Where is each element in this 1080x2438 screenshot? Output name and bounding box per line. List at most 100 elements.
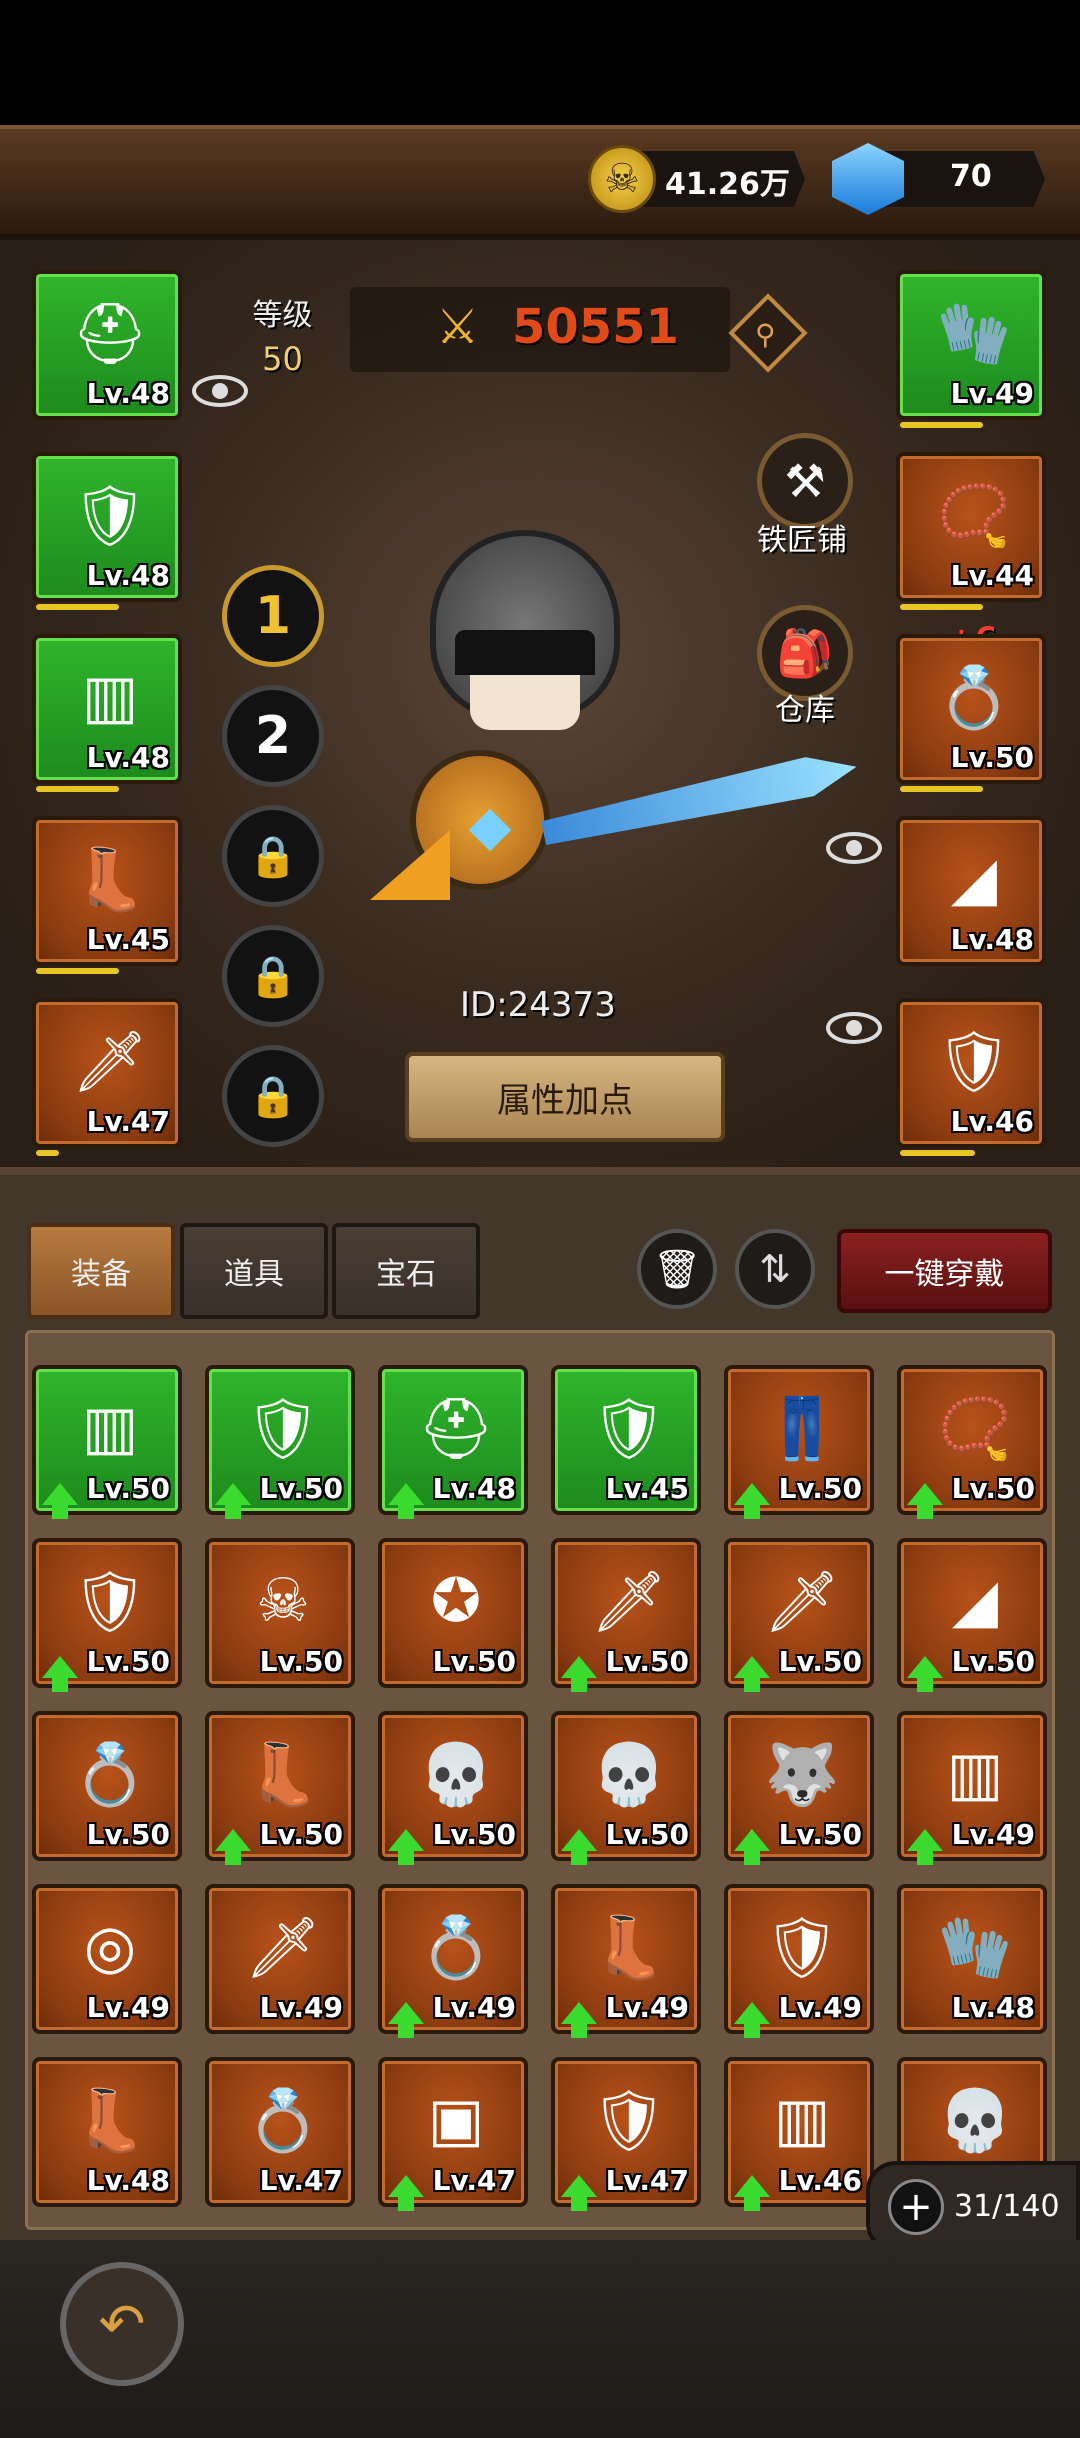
equipped-slot-left[interactable]: 🗡 Lv.47 [32, 998, 182, 1156]
inventory-slot[interactable]: 🛡 Lv.45 [551, 1365, 701, 1515]
back-arrow-icon[interactable]: ↶ [60, 2262, 184, 2386]
item-level: Lv.50 [432, 1818, 516, 1851]
equipped-slot-right[interactable]: 🛡 Lv.46 [896, 998, 1046, 1156]
upgrade-arrow-icon [388, 2175, 424, 2211]
lock-icon[interactable]: 🔒 [222, 925, 324, 1027]
item-level: Lv.49 [778, 1991, 862, 2024]
eye-icon[interactable] [192, 375, 248, 407]
upgrade-arrow-icon [388, 1829, 424, 1865]
item-level: Lv.45 [86, 923, 170, 956]
inventory-slot[interactable]: ✪ Lv.50 [378, 1538, 528, 1688]
upgrade-arrow-icon [734, 1829, 770, 1865]
equipped-slot-left[interactable]: 🛡 Lv.48 [32, 452, 182, 610]
loadout-2-button[interactable]: 2 [222, 685, 324, 787]
ring-icon: 💍 [245, 2085, 321, 2156]
upgrade-arrow-icon [734, 2002, 770, 2038]
one-click-equip-button[interactable]: 一键穿戴 [837, 1229, 1052, 1313]
inventory-slot[interactable]: 🗡 Lv.50 [724, 1538, 874, 1692]
inventory-slot[interactable]: ▥ Lv.50 [32, 1365, 182, 1519]
magnifier-icon: ⚲ [755, 318, 776, 351]
bracers-icon: ▣ [427, 2085, 485, 2155]
inventory-slot[interactable]: ⛑ Lv.48 [378, 1365, 528, 1519]
item-level: Lv.50 [778, 1645, 862, 1678]
tab-equipment[interactable]: 装备 [27, 1223, 175, 1319]
inventory-slot[interactable]: 💍 Lv.50 [32, 1711, 182, 1861]
chest-armor-icon: 🛡 [590, 1393, 668, 1464]
inventory-slot[interactable]: 🗡 Lv.50 [551, 1538, 701, 1692]
equipped-slot-right[interactable]: 🧤 Lv.49 [896, 270, 1046, 428]
inventory-slot[interactable]: 👖 Lv.50 [724, 1365, 874, 1519]
inventory-slot[interactable]: 🛡 Lv.47 [551, 2057, 701, 2211]
upgrade-arrow-icon [388, 2002, 424, 2038]
ring-icon: 💍 [936, 662, 1012, 733]
chest-armor-icon: 🛡 [590, 2085, 668, 2156]
item-level: Lv.46 [778, 2164, 862, 2197]
gem-amount: 70 [950, 159, 992, 194]
inventory-slot[interactable]: 🧤 Lv.48 [897, 1884, 1047, 2034]
upgrade-arrow-icon [907, 1829, 943, 1865]
inventory-slot[interactable]: 💀 Lv.50 [378, 1711, 528, 1865]
helmet-icon: ⛑ [417, 1393, 495, 1464]
item-level: Lv.50 [778, 1818, 862, 1851]
equipped-slot-right[interactable]: 💍 Lv.50 [896, 634, 1046, 792]
equipped-slot-right[interactable]: ◢ Lv.48 [896, 816, 1046, 966]
inventory-slot[interactable]: ◎ Lv.49 [32, 1884, 182, 2034]
cape-icon: ◢ [950, 844, 998, 914]
eye-icon[interactable] [826, 1012, 882, 1044]
inventory-slot[interactable]: ▥ Lv.46 [724, 2057, 874, 2211]
inventory-slot[interactable]: ▥ Lv.49 [897, 1711, 1047, 1865]
item-level: Lv.50 [950, 741, 1034, 774]
inventory-slot[interactable]: ▣ Lv.47 [378, 2057, 528, 2211]
item-level: Lv.49 [86, 1991, 170, 2024]
item-level: Lv.47 [432, 2164, 516, 2197]
progress-bar [36, 968, 119, 974]
capacity-text: 31/140 [954, 2189, 1060, 2224]
inventory-slot[interactable]: 🛡 Lv.49 [724, 1884, 874, 2038]
inventory-slot[interactable]: 👢 Lv.49 [551, 1884, 701, 2038]
inventory-slot[interactable]: 💍 Lv.47 [205, 2057, 355, 2207]
inventory-slot[interactable]: 🗡 Lv.49 [205, 1884, 355, 2034]
inventory-slot[interactable]: 💀 Lv.50 [551, 1711, 701, 1865]
lock-icon[interactable]: 🔒 [222, 805, 324, 907]
loadout-1-button[interactable]: 1 [222, 565, 324, 667]
equipped-slot-left[interactable]: ⛑ Lv.48 [32, 270, 182, 420]
upgrade-arrow-icon [561, 1829, 597, 1865]
inventory-slot[interactable]: 🛡 Lv.50 [32, 1538, 182, 1692]
inventory-slot[interactable]: 🐺 Lv.50 [724, 1711, 874, 1865]
inventory-slot[interactable]: 📿 Lv.50 [897, 1365, 1047, 1519]
tab-items[interactable]: 道具 [180, 1223, 328, 1319]
chest-armor-icon: 🛡 [763, 1912, 841, 1983]
inventory-slot[interactable]: 👢 Lv.48 [32, 2057, 182, 2207]
level-label: 等级 [252, 298, 313, 333]
upgrade-arrow-icon [42, 1483, 78, 1519]
inventory-slot[interactable]: 👢 Lv.50 [205, 1711, 355, 1865]
lock-icon[interactable]: 🔒 [222, 1045, 324, 1147]
tab-gems[interactable]: 宝石 [332, 1223, 480, 1319]
add-capacity-icon[interactable]: + [888, 2179, 944, 2235]
equipped-slot-left[interactable]: 👢 Lv.45 [32, 816, 182, 974]
star-shield-icon: ✪ [430, 1566, 482, 1636]
skull-helmet-icon: 💀 [418, 1739, 494, 1810]
upgrade-arrow-icon [907, 1656, 943, 1692]
inventory-slot[interactable]: 🛡 Lv.50 [205, 1365, 355, 1519]
item-level: Lv.48 [86, 559, 170, 592]
item-level: Lv.47 [605, 2164, 689, 2197]
upgrade-arrow-icon [734, 2175, 770, 2211]
progress-bar [900, 786, 983, 792]
item-level: Lv.50 [605, 1818, 689, 1851]
sort-icon[interactable]: ⇅ [735, 1229, 815, 1309]
inventory-slot[interactable]: ☠ Lv.50 [205, 1538, 355, 1688]
item-level: Lv.50 [259, 1645, 343, 1678]
attribute-points-button[interactable]: 属性加点 [405, 1052, 725, 1142]
crossed-swords-icon: ⚔ [436, 299, 480, 355]
equipped-slot-left[interactable]: ▥ Lv.48 [32, 634, 182, 792]
trash-icon[interactable]: 🗑 [637, 1229, 717, 1309]
item-level: Lv.50 [778, 1472, 862, 1505]
inventory-slot[interactable]: 💍 Lv.49 [378, 1884, 528, 2038]
item-level: Lv.48 [951, 1991, 1035, 2024]
item-level: Lv.48 [86, 377, 170, 410]
player-id: ID:24373 [460, 985, 616, 1025]
item-level: Lv.48 [432, 1472, 516, 1505]
equipped-slot-right[interactable]: 📿 Lv.44 [896, 452, 1046, 610]
inventory-slot[interactable]: ◢ Lv.50 [897, 1538, 1047, 1692]
